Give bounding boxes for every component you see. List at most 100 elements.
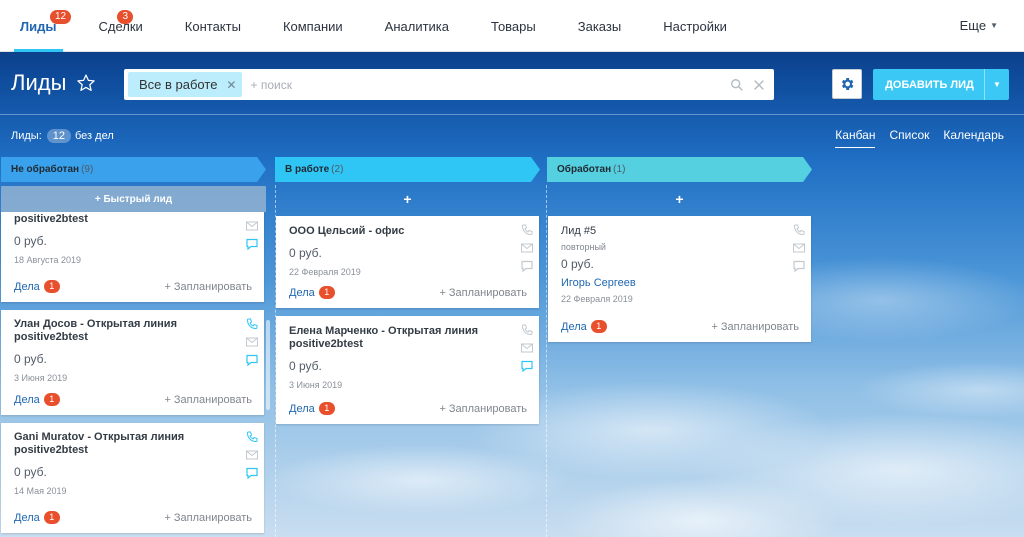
card-responsible[interactable]: Игорь Сергеев — [561, 277, 811, 289]
filter-chip-label: Все в работе — [139, 77, 218, 92]
tab-products[interactable]: Товары — [470, 0, 557, 52]
view-list[interactable]: Список — [889, 128, 929, 148]
lead-card[interactable]: Лид #5 повторный 0 руб. Игорь Сергеев 22… — [548, 216, 811, 342]
phone-icon[interactable] — [521, 224, 533, 236]
phone-icon[interactable] — [246, 431, 258, 443]
chat-icon[interactable] — [521, 260, 533, 272]
chip-close-icon[interactable]: ✕ — [226, 78, 236, 92]
deals-link[interactable]: Дела — [289, 287, 315, 299]
tab-contacts-label: Контакты — [184, 18, 241, 34]
lead-card[interactable]: ООО Цельсий - офис 0 руб. 22 Февраля 201… — [276, 216, 539, 308]
add-lead-plus[interactable]: + — [275, 186, 540, 212]
gear-icon — [841, 78, 854, 90]
filter-chip[interactable]: Все в работе ✕ — [128, 72, 243, 97]
tab-companies-label: Компании — [282, 18, 343, 34]
card-amount: 0 руб. — [14, 234, 47, 248]
quick-lead-label: + Быстрый лид — [94, 193, 173, 205]
card-title[interactable]: Лид #5 — [561, 225, 811, 238]
tab-deals[interactable]: Сделки 3 — [77, 0, 163, 52]
phone-icon[interactable] — [521, 324, 533, 336]
column-title: В работе — [285, 164, 330, 175]
column-header[interactable]: Не обработан (9) — [1, 157, 266, 182]
lead-card[interactable]: positive2btest 0 руб. 18 Августа 2019 Де… — [1, 212, 264, 302]
tab-companies[interactable]: Компании — [262, 0, 364, 52]
counter-badge[interactable]: 12 — [46, 129, 71, 143]
mail-icon[interactable] — [793, 242, 805, 254]
column-scrollbar[interactable] — [266, 320, 270, 410]
chevron-down-icon[interactable]: ▼ — [985, 80, 1009, 89]
settings-button[interactable] — [832, 69, 862, 99]
lead-card[interactable]: Улан Досов - Открытая линия positive2bte… — [1, 310, 264, 415]
card-subtitle: повторный — [561, 242, 606, 252]
card-title[interactable]: Елена Марченко - Открытая линия positive… — [289, 325, 539, 351]
card-date: 22 Февраля 2019 — [289, 267, 361, 277]
more-menu-button[interactable]: Еще ▼ — [960, 0, 1024, 51]
phone-icon[interactable] — [246, 318, 258, 330]
counter-suffix: без дел — [75, 130, 114, 142]
mail-icon[interactable] — [521, 242, 533, 254]
chat-icon[interactable] — [246, 238, 258, 250]
kanban-column-in-progress: В работе (2) + ООО Цельсий - офис 0 руб.… — [275, 157, 540, 424]
lead-card[interactable]: Елена Марченко - Открытая линия positive… — [276, 316, 539, 424]
deals-count-badge: 1 — [590, 320, 607, 333]
quick-lead-button[interactable]: + Быстрый лид — [1, 186, 266, 212]
column-header[interactable]: В работе (2) — [275, 157, 540, 182]
tab-orders[interactable]: Заказы — [557, 0, 642, 52]
lead-counter: Лиды: 12 без дел — [11, 129, 114, 143]
column-count: (9) — [81, 164, 94, 175]
plan-activity-link[interactable]: + Запланировать — [164, 512, 252, 524]
deals-link[interactable]: Дела — [14, 394, 40, 406]
chat-icon[interactable] — [793, 260, 805, 272]
deals-link[interactable]: Дела — [289, 403, 315, 415]
card-title[interactable]: Gani Muratov - Открытая линия positive2b… — [14, 431, 264, 457]
add-lead-plus[interactable]: + — [547, 186, 812, 212]
plan-activity-link[interactable]: + Запланировать — [164, 394, 252, 406]
chat-icon[interactable] — [246, 467, 258, 479]
card-date: 18 Августа 2019 — [14, 255, 82, 265]
tab-leads[interactable]: Лиды 12 — [0, 0, 77, 52]
add-lead-button[interactable]: ДОБАВИТЬ ЛИД ▼ — [873, 69, 1009, 100]
view-calendar[interactable]: Календарь — [943, 128, 1004, 148]
tab-settings-label: Настройки — [663, 18, 727, 34]
tab-products-label: Товары — [491, 18, 536, 34]
plan-activity-link[interactable]: + Запланировать — [711, 321, 799, 333]
phone-icon[interactable] — [793, 224, 805, 236]
plan-activity-link[interactable]: + Запланировать — [439, 403, 527, 415]
column-header[interactable]: Обработан (1) — [547, 157, 812, 182]
mail-icon[interactable] — [521, 342, 533, 354]
plan-activity-link[interactable]: + Запланировать — [164, 281, 252, 293]
search-filter-box[interactable]: Все в работе ✕ + поиск — [124, 69, 774, 100]
card-title[interactable]: positive2btest — [14, 213, 264, 226]
chat-icon[interactable] — [246, 354, 258, 366]
search-input[interactable]: + поиск — [250, 78, 730, 92]
card-actions — [246, 220, 258, 250]
tab-leads-badge: 12 — [50, 10, 72, 24]
search-icon[interactable] — [730, 78, 744, 92]
view-kanban[interactable]: Канбан — [835, 128, 876, 148]
deals-link[interactable]: Дела — [561, 321, 587, 333]
tab-analytics[interactable]: Аналитика — [364, 0, 470, 52]
mail-icon[interactable] — [246, 336, 258, 348]
tab-deals-badge: 3 — [117, 10, 134, 24]
card-amount: 0 руб. — [289, 359, 322, 373]
card-footer: Дела 1 + Запланировать — [14, 393, 252, 406]
chat-icon[interactable] — [521, 360, 533, 372]
plan-activity-link[interactable]: + Запланировать — [439, 287, 527, 299]
card-date: 3 Июня 2019 — [14, 373, 68, 383]
star-icon[interactable] — [76, 73, 96, 93]
clear-icon[interactable] — [752, 78, 766, 92]
mail-icon[interactable] — [246, 449, 258, 461]
deals-link[interactable]: Дела — [14, 281, 40, 293]
deals-count-badge: 1 — [318, 286, 335, 299]
tab-orders-label: Заказы — [577, 18, 622, 34]
card-title[interactable]: Улан Досов - Открытая линия positive2bte… — [14, 318, 264, 344]
mail-icon[interactable] — [246, 220, 258, 232]
card-actions — [246, 431, 258, 479]
lead-card[interactable]: Gani Muratov - Открытая линия positive2b… — [1, 423, 264, 533]
tab-settings[interactable]: Настройки — [642, 0, 748, 52]
card-title[interactable]: ООО Цельсий - офис — [289, 225, 539, 238]
deals-link[interactable]: Дела — [14, 512, 40, 524]
card-actions — [521, 324, 533, 372]
tab-contacts[interactable]: Контакты — [164, 0, 262, 52]
